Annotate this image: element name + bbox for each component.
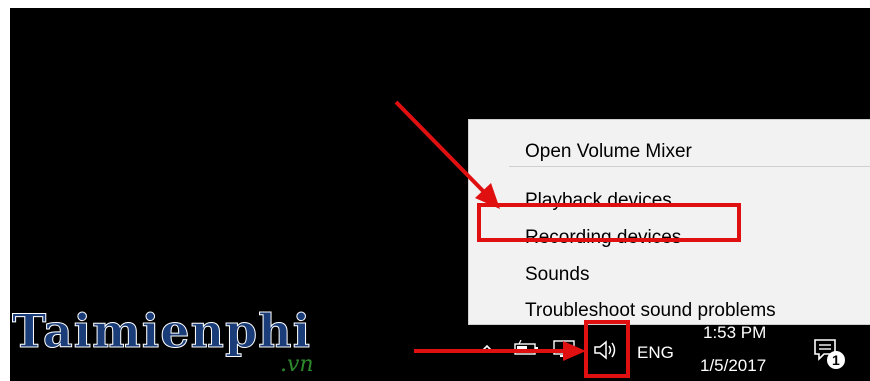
- arrow-to-recording-devices: [394, 100, 500, 209]
- arrow-to-speaker-icon: [414, 341, 586, 361]
- desktop-screenshot: Open Volume Mixer Playback devices Recor…: [10, 8, 870, 381]
- annotation-arrows: [394, 100, 586, 361]
